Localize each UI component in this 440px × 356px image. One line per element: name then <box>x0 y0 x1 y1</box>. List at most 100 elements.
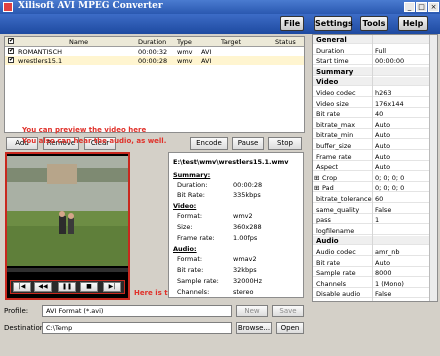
property-section-label: General <box>316 36 347 44</box>
video-heading: Video: <box>173 202 197 210</box>
frame-rate-value: 1.00fps <box>233 234 258 242</box>
column-target[interactable]: Target <box>221 38 241 46</box>
profile-select[interactable]: AVI Format (*.avi) <box>42 305 232 317</box>
property-label: Duration <box>316 46 345 55</box>
property-value[interactable]: 176x144 <box>375 100 404 108</box>
property-row[interactable]: bitrate_min Auto <box>313 130 437 140</box>
summary-heading: Summary: <box>173 171 211 179</box>
next-icon[interactable]: ▶| <box>103 282 121 292</box>
bitrate-value: 335kbps <box>233 191 261 199</box>
property-row[interactable]: bitrate_tolerance 60 <box>313 194 437 203</box>
duration-value: 00:00:28 <box>233 181 263 189</box>
open-button[interactable]: Open <box>276 322 304 334</box>
save-profile-button[interactable]: Save <box>272 305 304 317</box>
video-format-label: Format: <box>177 212 203 220</box>
column-type[interactable]: Type <box>177 38 192 46</box>
expand-icon[interactable]: ⊞ <box>314 184 319 192</box>
property-row[interactable]: pass 1 <box>313 215 437 225</box>
table-row-selected[interactable]: ✔ wrestlers15.1 00:00:28 wmv AVI <box>5 56 304 65</box>
property-value[interactable]: 40 <box>375 110 383 118</box>
property-value[interactable]: 00:00:00 <box>375 57 404 65</box>
maximize-icon[interactable]: □ <box>416 2 427 12</box>
browse-button[interactable]: Browse... <box>236 322 272 334</box>
column-duration[interactable]: Duration <box>138 38 166 46</box>
property-row[interactable]: same_quality False <box>313 205 437 214</box>
row-checkbox[interactable]: ✔ <box>8 57 14 63</box>
property-section-label: Video <box>316 78 339 87</box>
pause-icon[interactable]: ❚❚ <box>58 282 76 292</box>
video-size-value: 360x288 <box>233 223 262 231</box>
property-row[interactable]: Disable audio False <box>313 289 437 299</box>
select-all-checkbox[interactable]: ✔ <box>8 38 14 44</box>
property-value[interactable]: False <box>375 206 391 214</box>
property-row[interactable]: Video size 176x144 <box>313 99 437 108</box>
property-value[interactable]: False <box>375 290 391 298</box>
property-label: Bit rate <box>316 110 341 119</box>
property-value[interactable]: 0; 0; 0; 0 <box>375 174 404 182</box>
property-section[interactable]: Audio <box>313 236 437 246</box>
property-value[interactable]: Auto <box>375 121 390 129</box>
property-section-label: Audio <box>316 237 339 246</box>
audio-bitrate-label: Bit rate: <box>177 266 204 274</box>
property-row[interactable]: logfilename <box>313 226 437 235</box>
rewind-icon[interactable]: ◀◀ <box>34 282 52 292</box>
property-row[interactable]: Frame rate Auto <box>313 152 437 161</box>
property-row[interactable]: Video codec h263 <box>313 88 437 97</box>
row-checkbox[interactable]: ✔ <box>8 48 14 54</box>
property-row[interactable]: Bit rate 40 <box>313 109 437 119</box>
property-label: Video codec <box>316 89 356 97</box>
property-value[interactable]: Full <box>375 47 386 55</box>
property-value[interactable]: 60 <box>375 195 383 203</box>
property-value[interactable]: 0; 0; 0; 0 <box>375 184 404 192</box>
property-value[interactable]: Auto <box>375 163 390 171</box>
menu-settings[interactable]: Settings <box>314 16 353 31</box>
encode-button[interactable]: Encode <box>190 137 228 150</box>
menu-file[interactable]: File <box>280 16 304 31</box>
video-frame <box>7 156 128 266</box>
menu-help[interactable]: Help <box>398 16 428 31</box>
property-value[interactable]: h263 <box>375 89 392 97</box>
column-name[interactable]: Name <box>69 38 88 46</box>
seek-bar[interactable] <box>7 268 128 272</box>
property-value[interactable]: 1 <box>375 216 379 224</box>
column-status[interactable]: Status <box>275 38 296 46</box>
pause-button[interactable]: Pause <box>232 137 264 150</box>
new-profile-button[interactable]: New <box>236 305 268 317</box>
property-row[interactable]: Pad ⊞ 0; 0; 0; 0 <box>313 183 437 193</box>
menu-tools[interactable]: Tools <box>360 16 388 31</box>
property-row[interactable]: Crop ⊞ 0; 0; 0; 0 <box>313 173 437 182</box>
property-row[interactable]: Channels 1 (Mono) <box>313 279 437 288</box>
property-row[interactable]: Aspect Auto <box>313 162 437 172</box>
file-list: ✔ Name Duration Type Target Status ✔ ROM… <box>4 36 305 133</box>
stop-icon[interactable]: ■ <box>80 282 98 292</box>
property-value[interactable]: 1 (Mono) <box>375 280 404 288</box>
property-section[interactable]: Video <box>313 77 437 87</box>
property-section[interactable]: Summary <box>313 66 437 76</box>
close-icon[interactable]: × <box>428 2 439 12</box>
property-section[interactable]: General <box>313 35 437 44</box>
table-row[interactable]: ✔ ROMANTISCH 00:00:32 wmv AVI <box>5 47 304 56</box>
property-value[interactable]: Auto <box>375 142 390 150</box>
minimize-icon[interactable]: _ <box>404 2 415 12</box>
properties-scrollbar[interactable] <box>429 35 437 301</box>
audio-heading: Audio: <box>173 245 197 253</box>
previous-icon[interactable]: |◀ <box>13 282 31 292</box>
file-info-panel: E:\test\wmv\wrestlers15.1.wmv Summary: D… <box>168 152 304 298</box>
property-row[interactable]: buffer_size Auto <box>313 141 437 150</box>
property-row[interactable]: Audio codec amr_nb <box>313 247 437 256</box>
property-row[interactable]: Duration Full <box>313 46 437 55</box>
property-row[interactable]: Sample rate 8000 <box>313 268 437 278</box>
property-value[interactable]: Auto <box>375 153 390 161</box>
property-row[interactable]: Start time 00:00:00 <box>313 56 437 66</box>
property-value[interactable]: Auto <box>375 259 390 267</box>
destination-field[interactable]: C:\Temp <box>42 322 232 334</box>
property-row[interactable]: Bit rate Auto <box>313 258 437 267</box>
property-value[interactable]: Auto <box>375 131 390 139</box>
property-value[interactable]: amr_nb <box>375 248 399 256</box>
property-value[interactable]: 8000 <box>375 269 392 277</box>
property-row[interactable]: bitrate_max Auto <box>313 120 437 129</box>
stop-button[interactable]: Stop <box>268 137 302 150</box>
video-preview[interactable]: |◀ ◀◀ ❚❚ ■ ▶| <box>5 152 130 300</box>
video-format-value: wmv2 <box>233 212 253 220</box>
expand-icon[interactable]: ⊞ <box>314 174 319 182</box>
